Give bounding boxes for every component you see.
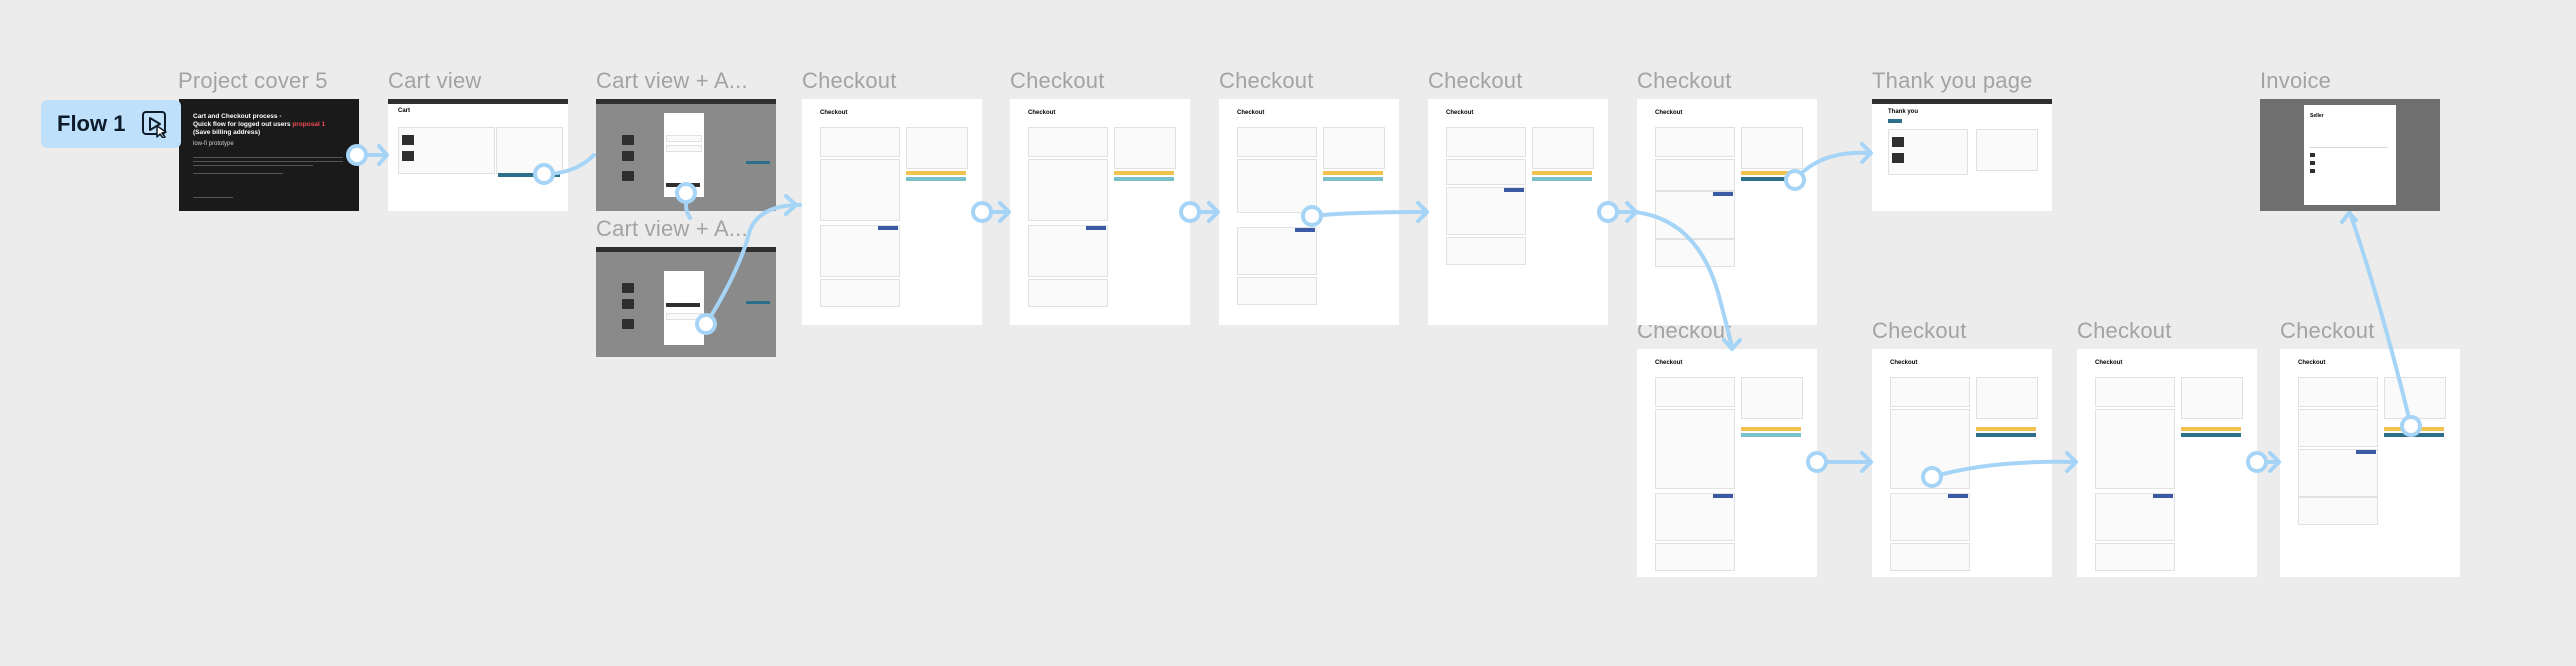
hotspot-checkout-4 [1597, 201, 1619, 223]
connector-checkout-9-to-invoice [2348, 211, 2413, 428]
flow-start-button[interactable]: Flow 1 [41, 100, 181, 148]
connector-modal-to-checkout-1 [704, 203, 802, 326]
prototype-connectors [346, 142, 2422, 488]
connector-checkout-5-to-thank-you [1793, 150, 1872, 182]
hotspot-modal-2 [695, 313, 717, 335]
hotspot-checkout-8 [2246, 451, 2268, 473]
connector-checkout-5-to-6 [1633, 210, 1734, 349]
hotspot-cover [346, 144, 368, 166]
hotspot-checkout-7 [1921, 466, 1943, 488]
hotspot-checkout-9 [2400, 415, 2422, 437]
hotspot-checkout-6 [1806, 451, 1828, 473]
hotspot-checkout-5 [1784, 169, 1806, 191]
connector-checkout-7-to-8 [1930, 459, 2077, 479]
flow-label: Flow 1 [57, 111, 126, 136]
play-cursor-icon [141, 110, 169, 139]
connector-checkout-3-to-4 [1310, 210, 1428, 218]
hotspot-checkout-1 [971, 201, 993, 223]
hotspot-cart [533, 163, 555, 185]
hotspot-modal-1 [675, 182, 697, 204]
hotspot-checkout-3 [1301, 205, 1323, 227]
hotspot-checkout-2 [1179, 201, 1201, 223]
